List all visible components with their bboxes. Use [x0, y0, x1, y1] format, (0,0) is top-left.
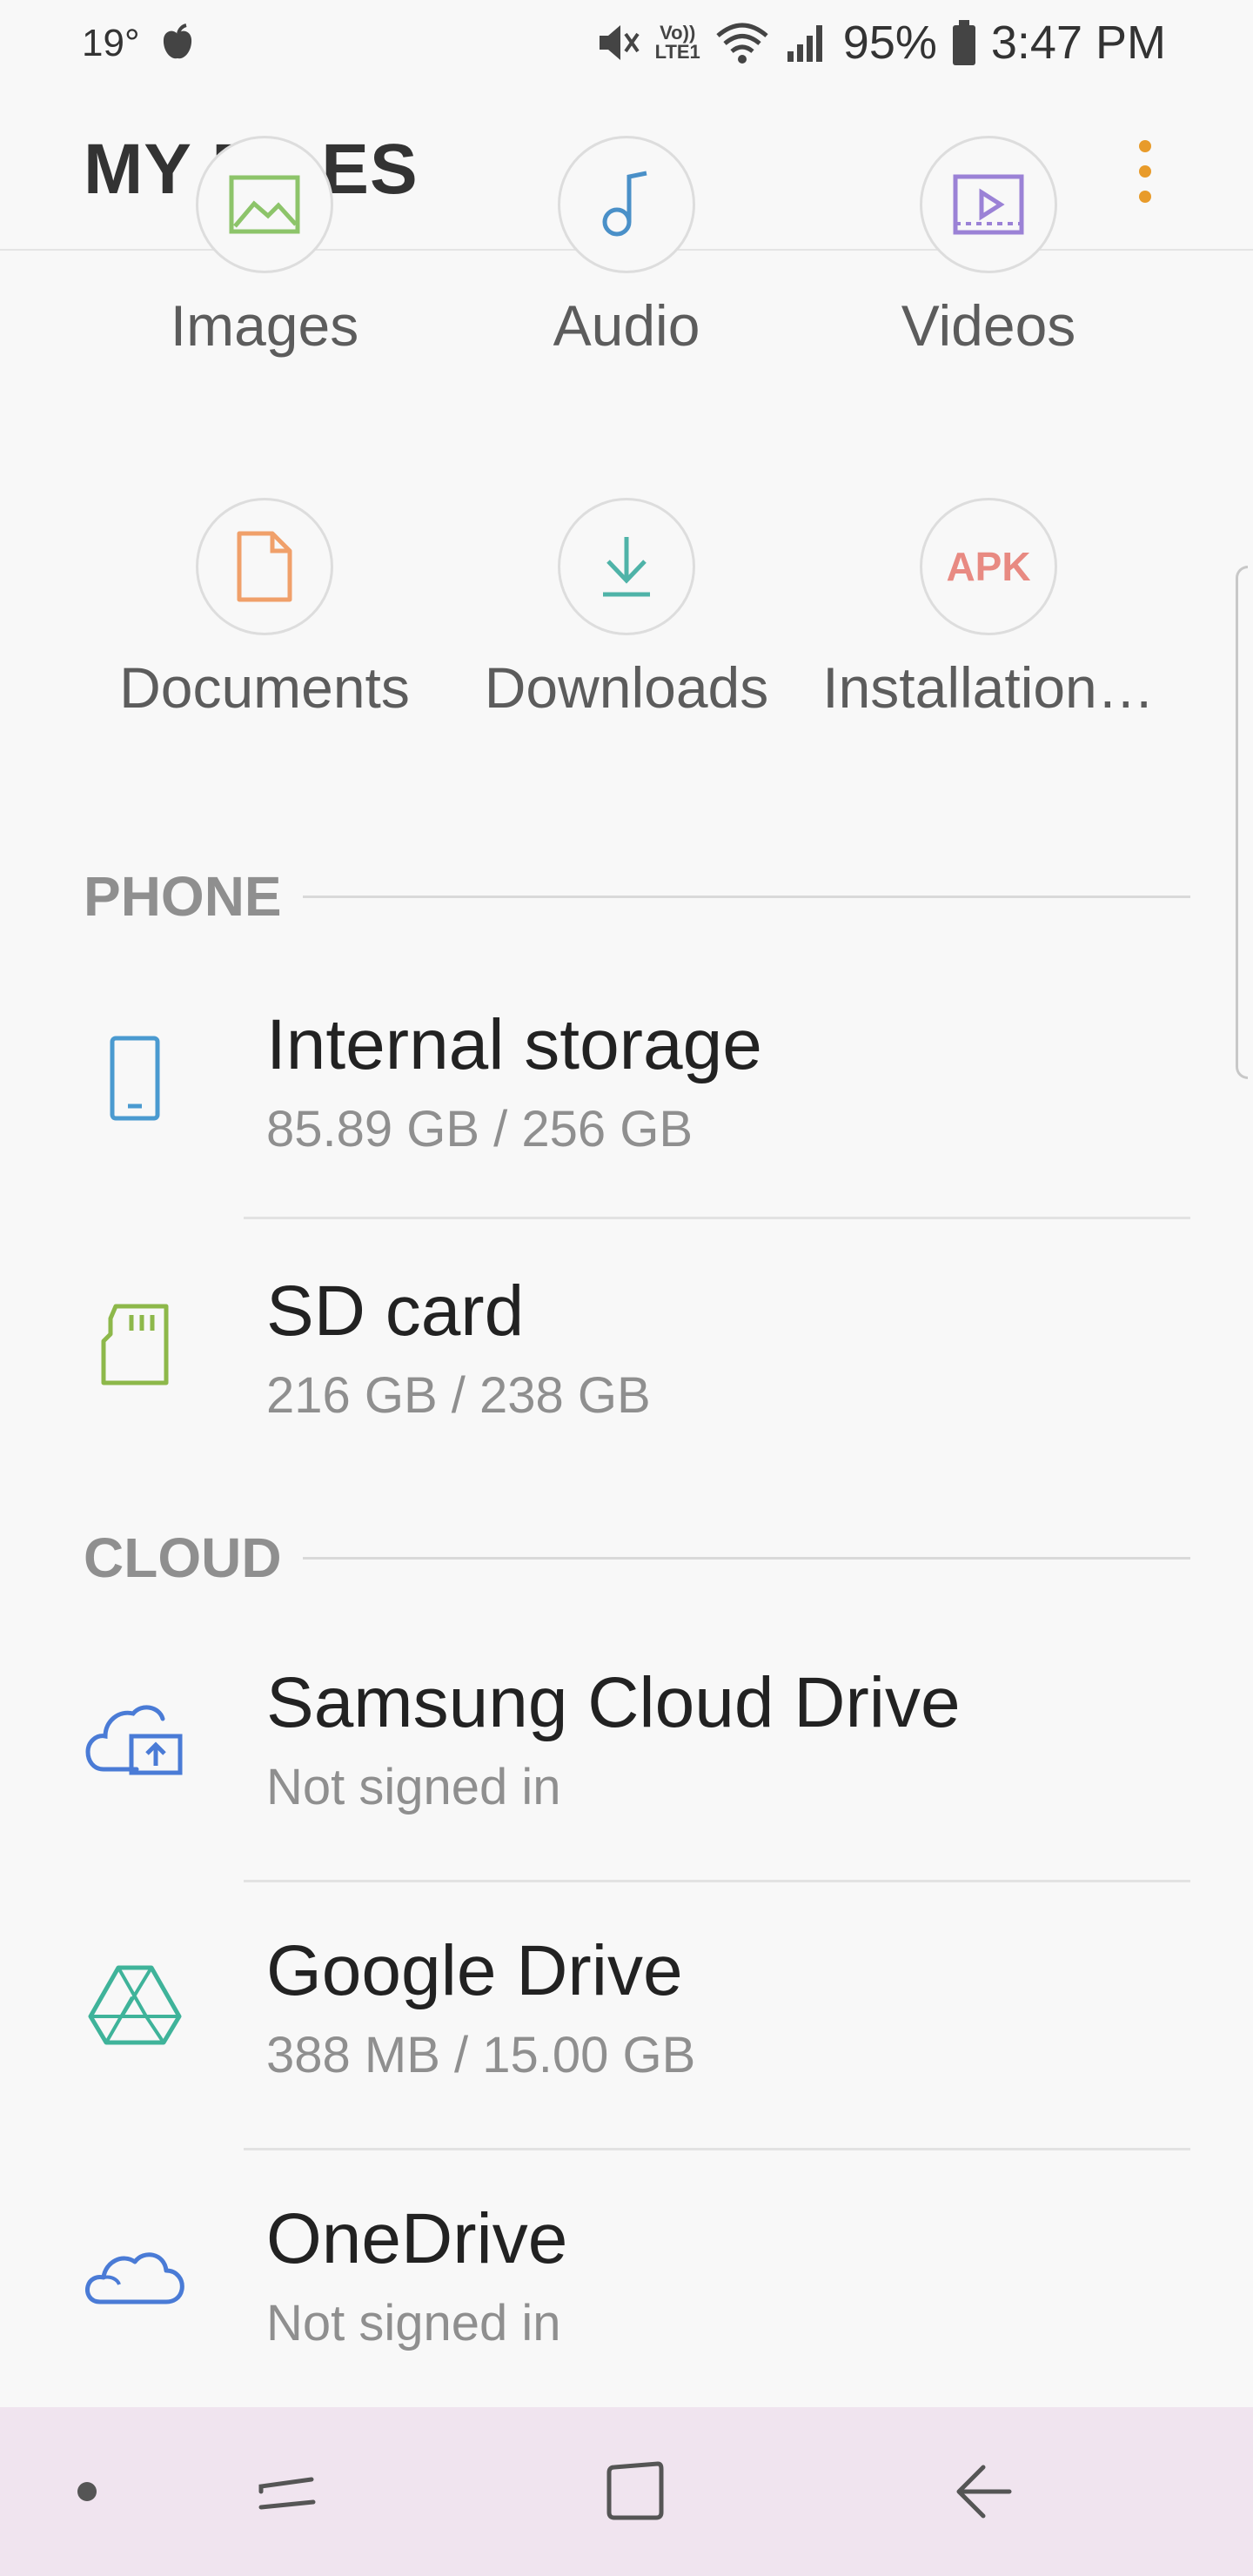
category-label: Audio: [553, 293, 700, 358]
nav-recents-button[interactable]: [235, 2407, 339, 2576]
nav-home-button[interactable]: [583, 2407, 687, 2576]
nav-dot-button[interactable]: [52, 2407, 122, 2576]
status-bar: 19° Vo)) LTE1 95% 3:47 PM: [0, 0, 1253, 84]
volte-line1: Vo)): [660, 22, 696, 44]
item-name: OneDrive: [266, 2199, 568, 2278]
category-downloads[interactable]: Downloads: [452, 498, 801, 785]
section-title: PHONE: [84, 865, 282, 928]
image-icon: [196, 136, 333, 273]
categories-grid: Images Audio Videos Documents Downloads …: [0, 136, 1253, 790]
phone-icon: [78, 1022, 191, 1135]
section-title: CLOUD: [84, 1526, 282, 1589]
home-icon: [606, 2461, 664, 2520]
item-name: SD card: [266, 1271, 525, 1351]
section-divider: [302, 895, 1190, 898]
category-label: Images: [170, 293, 359, 358]
item-name: Google Drive: [266, 1931, 683, 2010]
weather-icon: [156, 22, 199, 65]
google-drive-icon: [78, 1948, 191, 2061]
category-images[interactable]: Images: [90, 136, 439, 423]
sd-card-icon: [78, 1288, 191, 1401]
onedrive-icon: [78, 2216, 191, 2329]
category-label: Documents: [119, 655, 410, 720]
section-divider: [302, 1556, 1190, 1560]
storage-item-sd-card[interactable]: SD card 216 GB / 238 GB: [0, 1225, 1253, 1486]
status-bar-right: Vo)) LTE1 95% 3:47 PM: [593, 16, 1166, 70]
category-documents[interactable]: Documents: [90, 498, 439, 785]
clock-time: 3:47 PM: [990, 17, 1166, 69]
download-icon: [558, 498, 695, 635]
battery-percent: 95%: [842, 17, 937, 69]
storage-item-internal[interactable]: Internal storage 85.89 GB / 256 GB: [0, 959, 1253, 1220]
cloud-item-samsung-cloud-drive[interactable]: Samsung Cloud Drive Not signed in: [0, 1617, 1253, 1878]
video-icon: [920, 136, 1057, 273]
list-divider: [244, 1217, 1190, 1219]
nav-back-button[interactable]: [931, 2407, 1035, 2576]
category-label: Downloads: [484, 655, 769, 720]
list-divider: [244, 1880, 1190, 1882]
apk-icon: APK: [920, 498, 1057, 635]
volte-line2: LTE1: [654, 41, 700, 63]
wifi-icon: [714, 20, 770, 65]
item-name: Internal storage: [266, 1005, 762, 1084]
category-audio[interactable]: Audio: [452, 136, 801, 423]
phone-section-header: PHONE: [84, 862, 1190, 931]
cloud-section-header: CLOUD: [84, 1523, 1190, 1593]
samsung-cloud-icon: [78, 1680, 191, 1793]
cloud-item-onedrive[interactable]: OneDrive Not signed in: [0, 2153, 1253, 2414]
status-bar-left: 19°: [82, 19, 199, 68]
back-icon: [956, 2465, 1012, 2519]
item-subtitle: 85.89 GB / 256 GB: [266, 1101, 694, 1157]
cloud-item-google-drive[interactable]: Google Drive 388 MB / 15.00 GB: [0, 1885, 1253, 2146]
list-divider: [244, 2148, 1190, 2150]
dot-icon: [77, 2482, 97, 2501]
category-label: Videos: [901, 293, 1076, 358]
recents-icon: [258, 2477, 316, 2510]
apk-icon-text: APK: [946, 544, 1031, 589]
volte-icon: Vo)) LTE1: [655, 23, 700, 62]
category-videos[interactable]: Videos: [814, 136, 1163, 423]
signal-icon: [784, 20, 829, 65]
mute-icon: [593, 20, 641, 65]
music-note-icon: [558, 136, 695, 273]
scrollbar[interactable]: [1236, 566, 1248, 1079]
item-name: Samsung Cloud Drive: [266, 1663, 961, 1742]
item-subtitle: 216 GB / 238 GB: [266, 1367, 651, 1424]
item-subtitle: Not signed in: [266, 2295, 561, 2351]
item-subtitle: 388 MB / 15.00 GB: [266, 2027, 696, 2083]
temperature-text: 19°: [82, 22, 140, 64]
category-installation-files[interactable]: APK Installation…: [814, 498, 1163, 785]
category-label: Installation…: [822, 655, 1155, 720]
navigation-bar: [0, 2407, 1253, 2576]
battery-icon: [951, 18, 977, 67]
document-icon: [196, 498, 333, 635]
item-subtitle: Not signed in: [266, 1759, 561, 1815]
